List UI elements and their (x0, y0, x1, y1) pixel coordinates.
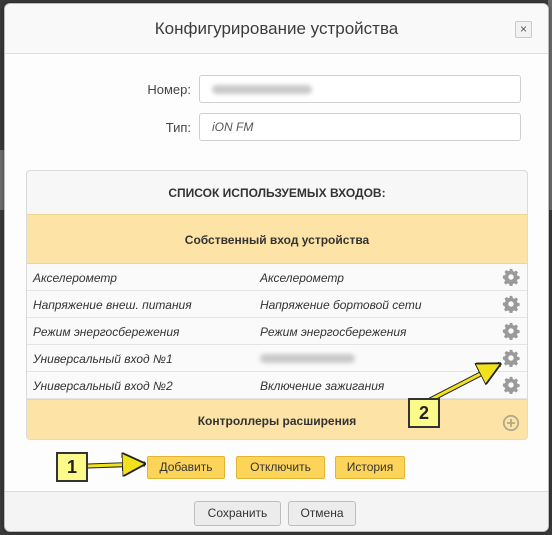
input-assigned-redacted (260, 354, 355, 363)
gear-icon[interactable] (502, 268, 520, 286)
input-name: Универсальный вход №2 (33, 379, 173, 393)
input-name: Универсальный вход №1 (33, 352, 173, 366)
gear-icon[interactable] (502, 322, 520, 340)
dialog-title: Конфигурирование устройства (154, 19, 399, 38)
number-label: Номер: (147, 82, 191, 97)
type-label: Тип: (165, 120, 191, 135)
dialog-footer: Сохранить Отмена (5, 491, 548, 531)
gear-icon[interactable] (502, 295, 520, 313)
input-row: Режим энергосбережения Режим энергосбере… (27, 318, 527, 345)
add-button[interactable]: Добавить (147, 456, 225, 479)
input-assigned: Режим энергосбережения (260, 325, 407, 339)
own-input-section: Собственный вход устройства (27, 214, 527, 264)
gear-icon[interactable] (502, 376, 520, 394)
input-name: Напряжение внеш. питания (33, 298, 192, 312)
input-name: Режим энергосбережения (33, 325, 180, 339)
type-field[interactable]: iON FM (199, 113, 521, 141)
number-field[interactable] (199, 75, 521, 103)
gear-icon[interactable] (502, 349, 520, 367)
input-row: Акселерометр Акселерометр (27, 264, 527, 291)
cancel-button[interactable]: Отмена (288, 501, 356, 526)
inputs-panel: СПИСОК ИСПОЛЬЗУЕМЫХ ВХОДОВ: Собственный … (26, 170, 528, 440)
expansion-section: Контроллеры расширения (27, 399, 527, 439)
expansion-section-label: Контроллеры расширения (197, 414, 357, 428)
dialog-titlebar: Конфигурирование устройства × (5, 4, 548, 54)
disable-button[interactable]: Отключить (236, 456, 325, 479)
input-assigned: Напряжение бортовой сети (260, 298, 422, 312)
input-assigned: Включение зажигания (260, 379, 385, 393)
own-input-section-label: Собственный вход устройства (184, 233, 370, 247)
input-assigned: Акселерометр (260, 271, 344, 285)
input-row: Универсальный вход №1 (27, 345, 527, 372)
history-button[interactable]: История (335, 456, 405, 479)
input-name: Акселерометр (33, 271, 117, 285)
close-icon[interactable]: × (515, 21, 532, 38)
callout-badge-2: 2 (408, 398, 440, 428)
number-redacted (212, 85, 312, 95)
inputs-title: СПИСОК ИСПОЛЬЗУЕМЫХ ВХОДОВ: (168, 186, 386, 200)
input-row: Универсальный вход №2 Включение зажигани… (27, 372, 527, 399)
plus-circle-icon[interactable] (502, 414, 520, 432)
callout-badge-1: 1 (56, 452, 88, 482)
save-button[interactable]: Сохранить (194, 501, 281, 526)
input-row: Напряжение внеш. питания Напряжение борт… (27, 291, 527, 318)
